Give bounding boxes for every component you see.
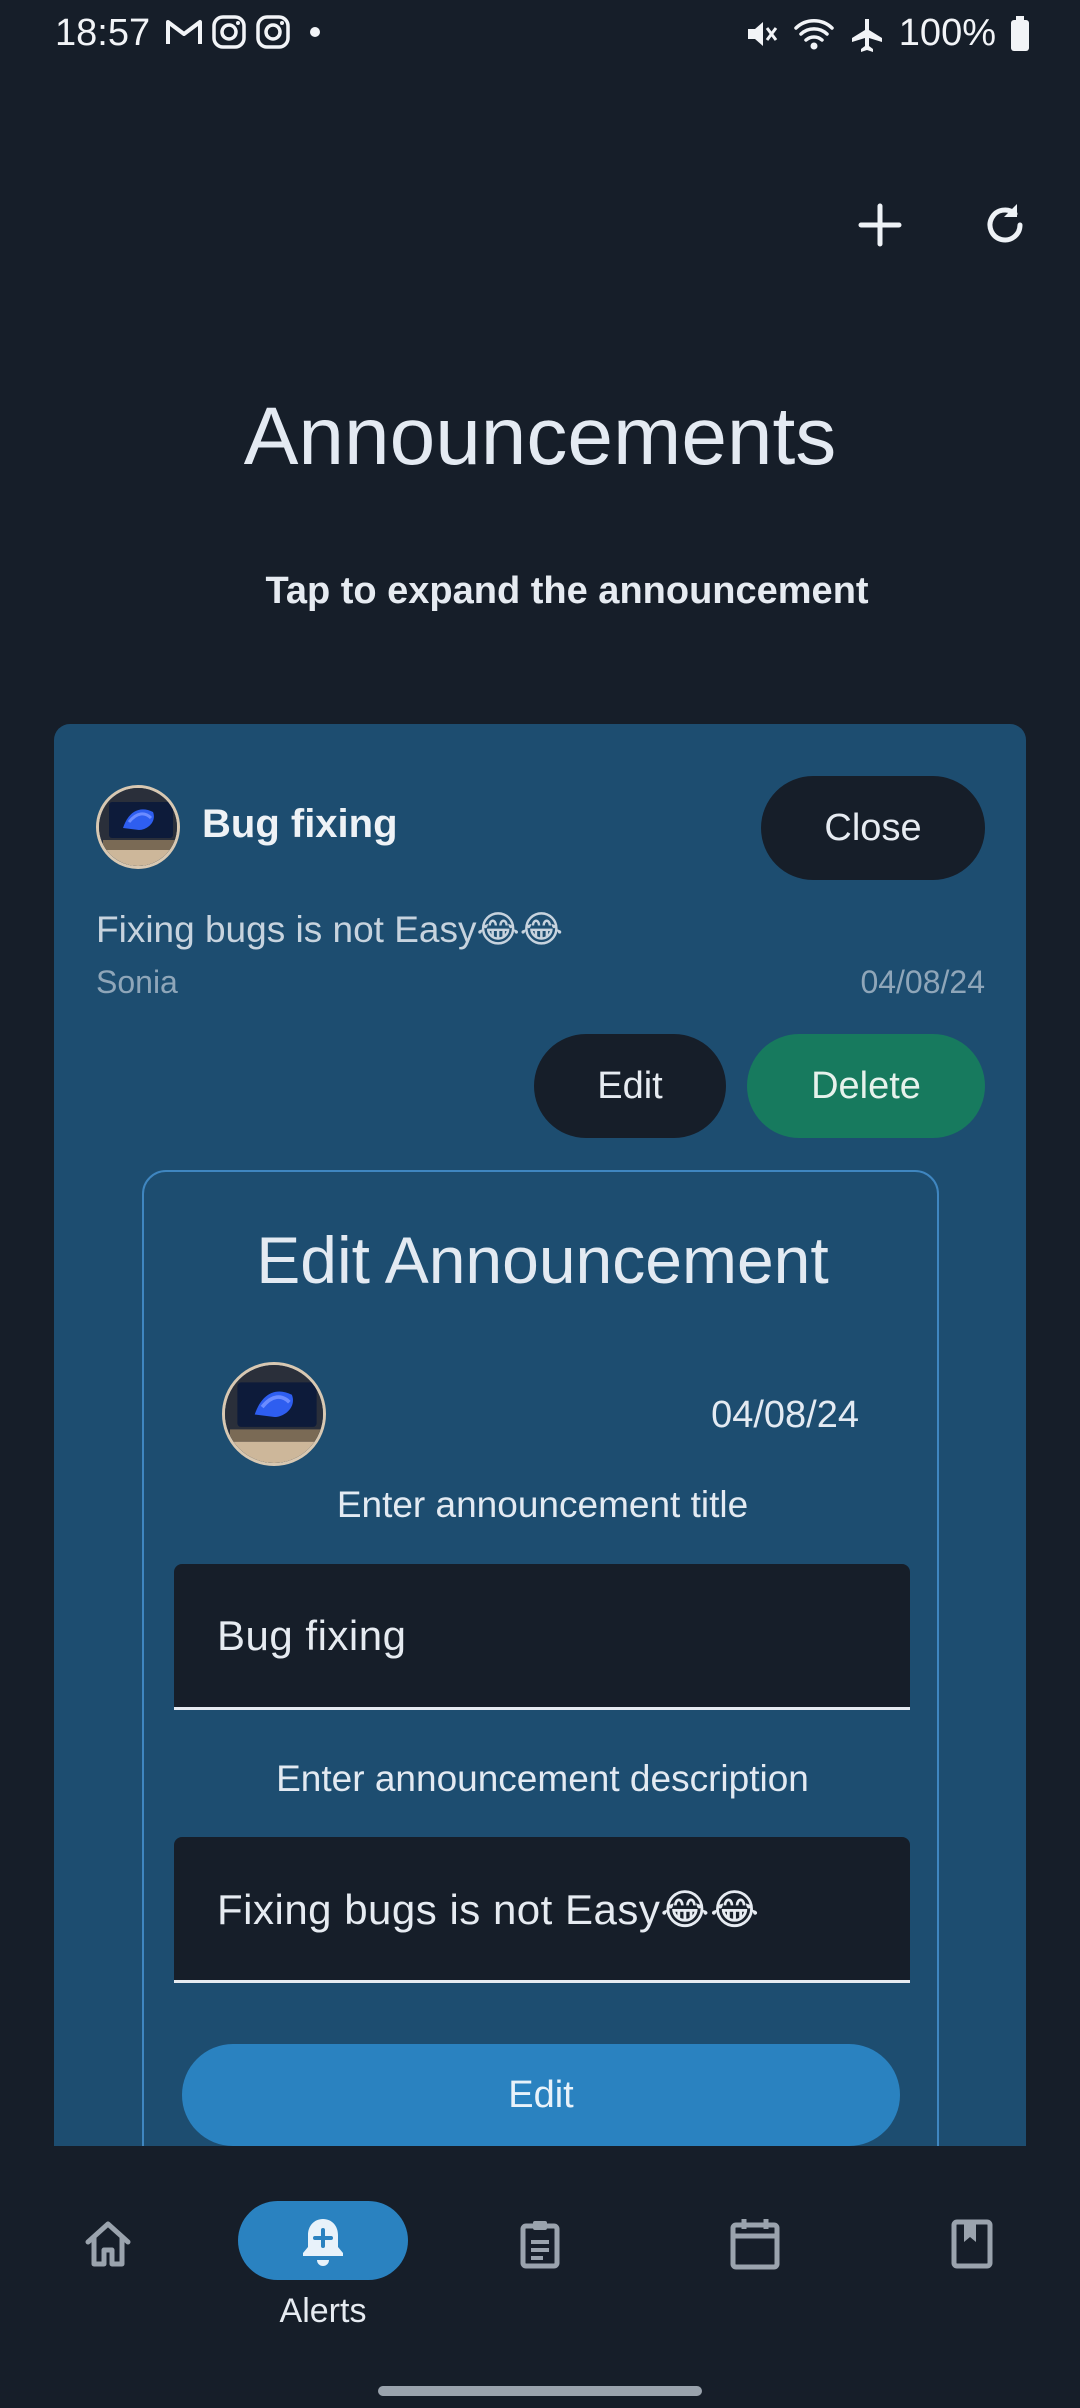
add-announcement-button[interactable] <box>845 190 915 260</box>
page-title: Announcements <box>243 391 837 482</box>
airplane-icon <box>849 16 885 52</box>
edit-button[interactable]: Edit <box>534 1034 726 1138</box>
refresh-icon <box>987 204 1023 243</box>
announcement-description: Fixing bugs is not Easy😂😂 <box>96 909 563 950</box>
nav-home[interactable] <box>23 2201 193 2331</box>
description-input[interactable]: Fixing bugs is not Easy😂😂 <box>174 1837 910 1983</box>
clipboard-icon <box>520 2221 560 2269</box>
submit-edit-button[interactable]: Edit <box>182 2044 900 2146</box>
delete-button[interactable]: Delete <box>747 1034 985 1138</box>
announcement-card[interactable]: Bug fixing Close Fixing bugs is not Easy… <box>54 724 1026 2146</box>
description-input-value: Fixing bugs is not Easy😂😂 <box>217 1886 760 1933</box>
nav-tasks[interactable] <box>455 2201 625 2331</box>
system-icons: 100% <box>743 12 1030 55</box>
nav-tasks-pill <box>455 2201 625 2287</box>
edit-panel-date: 04/08/24 <box>711 1394 859 1436</box>
nav-library-pill <box>887 2201 1057 2287</box>
add-icon <box>858 203 902 247</box>
wifi-icon <box>793 16 835 52</box>
avatar[interactable] <box>222 1362 326 1466</box>
nav-alerts[interactable]: Alerts <box>238 2201 408 2331</box>
bottom-navigation: Alerts <box>0 2146 1080 2408</box>
nav-alerts-pill <box>238 2201 408 2280</box>
book-icon <box>951 2219 993 2269</box>
nav-library[interactable] <box>887 2201 1057 2331</box>
title-field-label: Enter announcement title <box>336 1484 749 1525</box>
mute-icon <box>743 16 779 52</box>
description-field-label: Enter announcement description <box>276 1758 809 1799</box>
gmail-icon <box>165 17 203 47</box>
instagram-icon <box>255 14 291 50</box>
status-bar: 18:57 100% <box>0 0 1080 68</box>
bell-add-icon <box>303 2218 343 2266</box>
title-input[interactable]: Bug fixing <box>174 1564 910 1710</box>
status-time: 18:57 <box>55 12 151 54</box>
calendar-icon <box>730 2219 780 2270</box>
gesture-bar[interactable] <box>378 2386 702 2396</box>
page-subtitle: Tap to expand the announcement <box>265 570 869 612</box>
nav-home-pill <box>23 2201 193 2287</box>
battery-icon <box>1010 15 1030 52</box>
announcement-author: Sonia <box>96 964 178 1000</box>
edit-announcement-panel: Edit Announcement 04/08/24 Enter announc… <box>142 1170 939 2146</box>
notification-icons <box>165 14 321 50</box>
nav-alerts-label: Alerts <box>279 2292 367 2330</box>
battery-percent: 100% <box>898 12 996 54</box>
refresh-button[interactable] <box>970 190 1040 260</box>
instagram-icon <box>211 14 247 50</box>
title-input-value: Bug fixing <box>217 1612 407 1659</box>
close-button[interactable]: Close <box>761 776 985 880</box>
nav-calendar-pill <box>670 2201 840 2287</box>
nav-calendar[interactable] <box>670 2201 840 2331</box>
announcement-date: 04/08/24 <box>860 964 985 1000</box>
edit-panel-title: Edit Announcement <box>256 1223 829 1297</box>
home-icon <box>85 2221 131 2267</box>
avatar <box>96 785 180 869</box>
dot-icon <box>309 26 321 38</box>
announcement-title: Bug fixing <box>202 802 398 846</box>
